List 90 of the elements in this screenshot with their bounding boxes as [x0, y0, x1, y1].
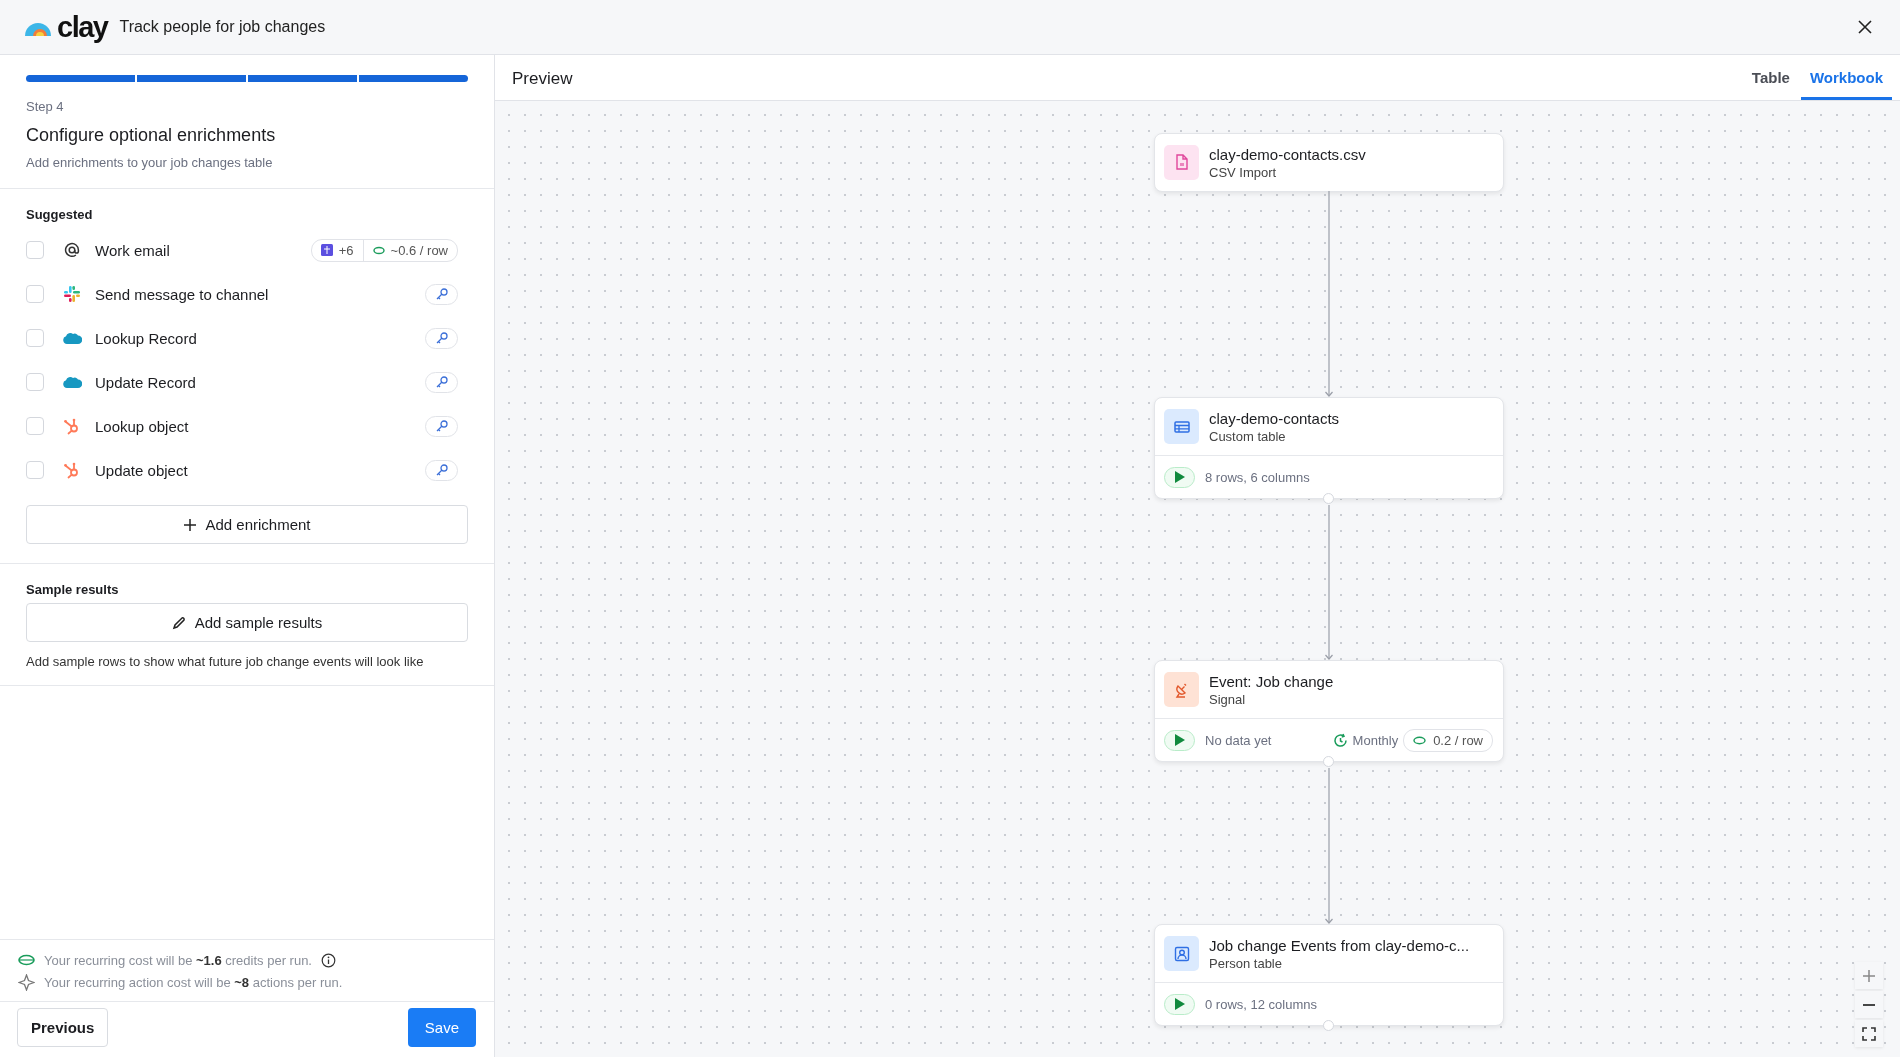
key-icon: [434, 375, 449, 389]
step-title: Configure optional enrichments: [26, 125, 277, 146]
checkbox[interactable]: [26, 461, 44, 479]
sparkle-icon: [18, 973, 35, 991]
flow-node[interactable]: Job change Events from clay-demo-c... Person table 0 rows, 12 columns: [1154, 924, 1504, 1026]
at-sign-icon: [64, 242, 80, 258]
checkbox[interactable]: [26, 417, 44, 435]
node-title: Job change Events from clay-demo-c...: [1209, 936, 1470, 954]
node-status: 8 rows, 6 columns: [1205, 469, 1310, 485]
cost-note: Your recurring cost will be ~1.6 credits per run.: [44, 952, 312, 968]
minus-icon: [1862, 1003, 1876, 1006]
key-button[interactable]: [425, 371, 458, 393]
sample-hint: Add sample rows to show what future job change events will look like: [26, 654, 425, 669]
checkbox[interactable]: [26, 241, 44, 259]
hash-grid-icon: [63, 285, 81, 303]
play-icon: [1174, 998, 1185, 1010]
handle-dot[interactable]: [1323, 756, 1334, 767]
person-card-icon: [1164, 936, 1199, 971]
provider-icon: [320, 244, 333, 256]
table-icon: [1164, 409, 1199, 444]
run-button[interactable]: [1164, 729, 1195, 751]
enrichment-label: Update Record: [95, 373, 196, 391]
enrichment-label: Lookup object: [95, 417, 189, 435]
step-label: Step 4: [26, 99, 65, 114]
cost-note: Your recurring action cost will be ~8 actions per run.: [44, 974, 343, 990]
zoom-out-button[interactable]: [1855, 991, 1883, 1018]
key-icon: [434, 419, 449, 433]
node-subtitle: Signal: [1209, 691, 1247, 707]
save-button[interactable]: Save: [407, 1008, 476, 1047]
flow-node[interactable]: clay-demo-contacts.csv CSV Import: [1154, 133, 1504, 192]
key-button[interactable]: [425, 415, 458, 437]
node-status: 0 rows, 12 columns: [1205, 996, 1317, 1012]
node-subtitle: Custom table: [1209, 428, 1287, 444]
node-status: No data yet: [1205, 732, 1272, 748]
credit-cost: ~0.6 / row: [390, 242, 448, 258]
key-button[interactable]: [425, 327, 458, 349]
sprocket-icon: [63, 417, 81, 435]
cloud-icon: [62, 331, 82, 345]
step-subtitle: Add enrichments to your job changes table: [26, 155, 274, 172]
expand-icon: [1862, 1026, 1876, 1041]
node-title: clay-demo-contacts.csv: [1209, 145, 1366, 163]
credit-cost: 0.2 / row: [1433, 732, 1483, 748]
file-icon: [1164, 145, 1199, 180]
enrichment-label: Send message to channel: [95, 285, 269, 303]
add-sample-results-button[interactable]: Add sample results: [26, 603, 468, 642]
key-icon: [434, 287, 449, 301]
view-tab[interactable]: Table: [1742, 55, 1799, 100]
key-button[interactable]: [425, 459, 458, 481]
handle-dot[interactable]: [1323, 1020, 1334, 1031]
schedule-label: Monthly: [1352, 732, 1399, 748]
coin-icon: [1413, 735, 1427, 745]
enrichment-label: Update object: [95, 461, 188, 479]
sprocket-icon: [63, 461, 81, 479]
window-title: Track people for job changes: [119, 18, 326, 36]
coin-icon: [18, 954, 35, 966]
key-icon: [434, 463, 449, 477]
cloud-icon: [62, 375, 82, 389]
logo-text: clay: [57, 10, 108, 44]
plus-icon: [1862, 968, 1876, 983]
key-icon: [434, 331, 449, 345]
run-button[interactable]: [1164, 466, 1195, 488]
enrichment-label: Lookup Record: [95, 329, 197, 347]
add-enrichment-button[interactable]: Add enrichment: [26, 505, 468, 544]
play-icon: [1174, 734, 1185, 746]
provider-count: +6: [338, 242, 354, 258]
section-heading: Suggested: [26, 207, 94, 222]
flow-node[interactable]: clay-demo-contacts Custom table 8 rows, 6 columns: [1154, 397, 1504, 499]
checkbox[interactable]: [26, 373, 44, 391]
fit-view-button[interactable]: [1855, 1020, 1883, 1047]
node-title: clay-demo-contacts: [1209, 409, 1340, 427]
play-icon: [1174, 471, 1185, 483]
flow-node[interactable]: Event: Job change Signal No data yet Monthly 0.2 / row: [1154, 660, 1504, 762]
pencil-icon: [171, 615, 187, 630]
previous-button[interactable]: Previous: [17, 1008, 109, 1047]
node-title: Event: Job change: [1209, 672, 1334, 690]
key-button[interactable]: [425, 283, 458, 305]
section-heading: Sample results: [26, 582, 120, 597]
panel-title: Preview: [512, 68, 573, 89]
run-button[interactable]: [1164, 993, 1195, 1015]
handle-dot[interactable]: [1323, 493, 1334, 504]
checkbox[interactable]: [26, 285, 44, 303]
refresh-clock-icon: [1332, 732, 1348, 748]
coin-icon: [372, 245, 385, 255]
info-icon: [321, 952, 336, 968]
enrichment-label: Work email: [95, 241, 170, 259]
checkbox[interactable]: [26, 329, 44, 347]
node-subtitle: Person table: [1209, 955, 1283, 971]
node-subtitle: CSV Import: [1209, 164, 1278, 180]
plus-icon: [183, 517, 198, 532]
satellite-dish-icon: [1164, 672, 1199, 707]
